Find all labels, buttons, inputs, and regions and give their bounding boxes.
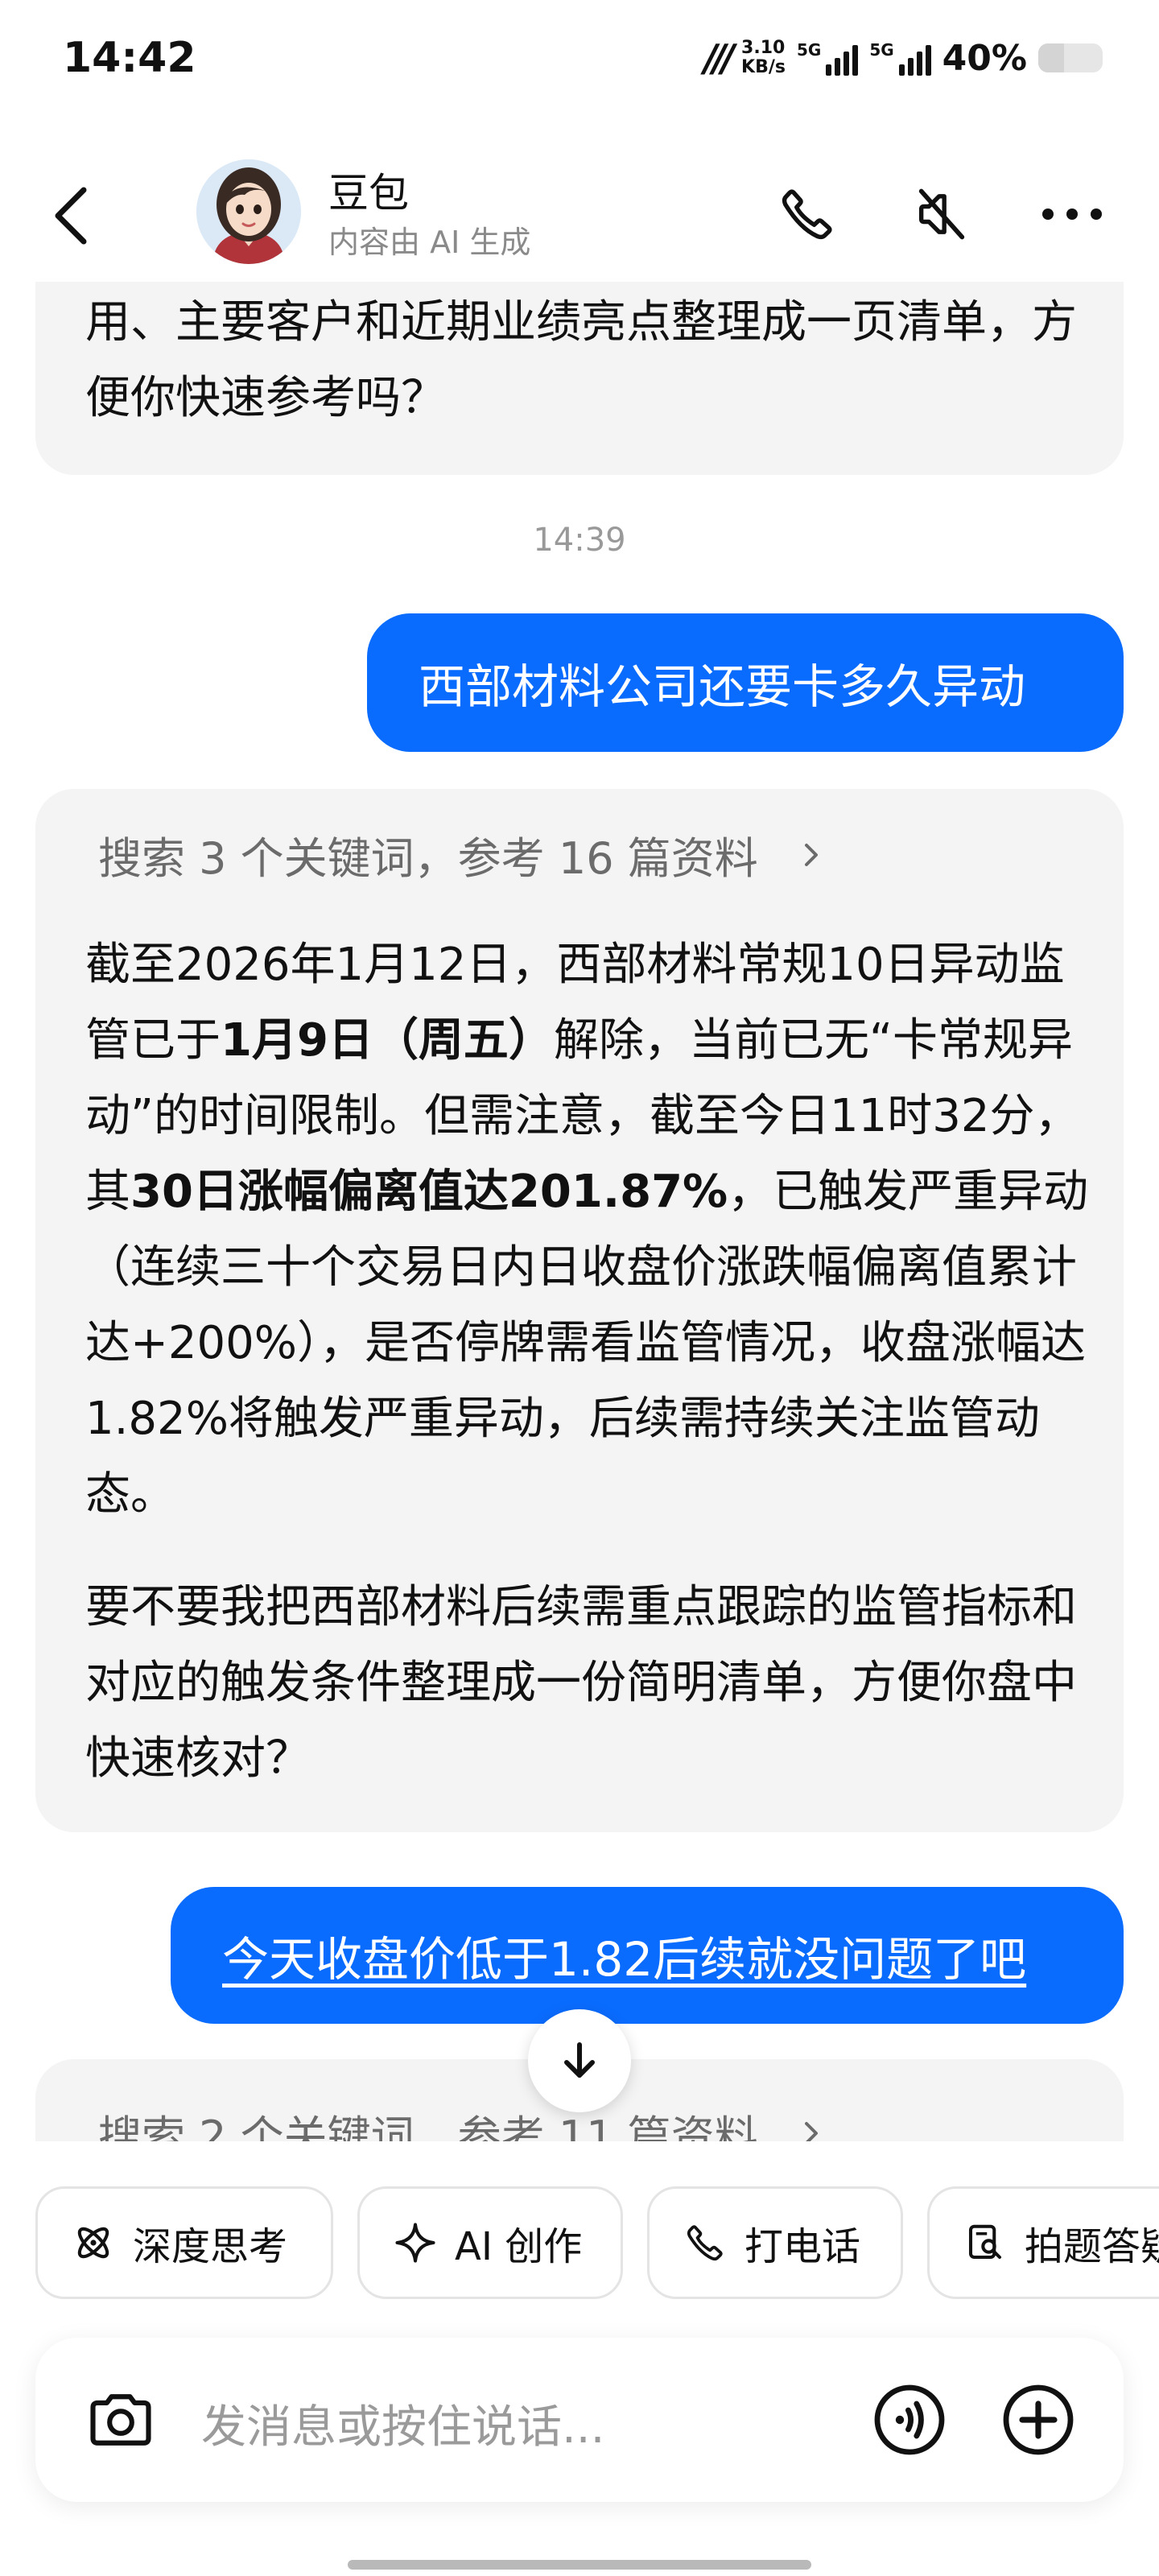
more-menu-button[interactable] (1033, 175, 1111, 253)
chip-phone-call[interactable]: 打电话 (647, 2186, 903, 2299)
avatar-portrait-icon (196, 159, 301, 264)
user-message[interactable]: 今天收盘价低于1.82后续就没问题了吧 (171, 1887, 1124, 2024)
chevron-right-icon (804, 843, 818, 866)
message-input-bar: 发消息或按住说话... (35, 2338, 1124, 2502)
chat-messages[interactable]: 用、主要客户和近期业绩亮点整理成一页清单，方便你快速参考吗？ 14:39 西部材… (0, 282, 1159, 2141)
answer-highlight-deviation: 30日涨幅偏离值达201.87% (130, 1166, 728, 1218)
chevron-left-icon (55, 187, 87, 245)
status-bar: 14:42 /// 3.10 KB/s 5G 5G 40% (0, 0, 1159, 121)
signal-1-icon: 5G (796, 40, 859, 76)
speaker-muted-icon (918, 188, 965, 240)
plus-circle-icon (1003, 2384, 1074, 2455)
home-indicator[interactable] (348, 2560, 811, 2570)
avatar[interactable] (196, 159, 301, 264)
atom-icon (77, 2227, 109, 2259)
phone-icon (782, 189, 832, 240)
mute-button[interactable] (903, 175, 980, 253)
battery-fill (1038, 43, 1064, 72)
status-indicators: /// 3.10 KB/s 5G 5G 40% (704, 32, 1103, 84)
network-speed: 3.10 KB/s (741, 39, 786, 77)
voice-wave-icon (874, 2384, 945, 2455)
chip-deep-thinking[interactable]: 深度思考 (35, 2186, 333, 2299)
quick-action-bar: 深度思考 AI 创作 打电话 拍题答疑 (0, 2186, 1159, 2299)
ai-message-text: 用、主要客户和近期业绩亮点整理成一页清单，方便你快速参考吗？ (85, 296, 1077, 424)
ai-generated-note: 内容由 AI 生成 (328, 225, 531, 260)
photo-question-icon (968, 2224, 1002, 2260)
chip-label: 拍题答疑 (1025, 2224, 1159, 2269)
chip-label: 打电话 (744, 2224, 861, 2269)
search-sources-label: 搜索 3 个关键词，参考 16 篇资料 (98, 833, 758, 884)
answer-highlight-date: 1月9日（周五） (221, 1014, 554, 1067)
chip-ai-create[interactable]: AI 创作 (357, 2186, 623, 2299)
battery-percent: 40% (942, 37, 1027, 79)
camera-button[interactable] (80, 2380, 161, 2460)
network-activity-icon: /// (703, 36, 735, 80)
scroll-to-bottom-button[interactable] (528, 2009, 631, 2112)
search-sources-row[interactable]: 搜索 3 个关键词，参考 16 篇资料 (98, 823, 827, 886)
signal-2-label: 5G (869, 40, 894, 60)
answer-text: ，已触发严重异动（连续三十个交易日内日收盘价涨跌幅偏离值累计达+200%），是否… (85, 1166, 1089, 1521)
signal-1-label: 5G (796, 40, 822, 60)
call-button[interactable] (769, 175, 846, 253)
sparkle-icon (395, 2223, 435, 2263)
ai-answer-paragraph-2: 要不要我把西部材料后续需重点跟踪的监管指标和对应的触发条件整理成一份简明清单，方… (85, 1581, 1077, 1785)
bot-name: 豆包 (328, 170, 409, 217)
voice-call-button[interactable] (869, 2380, 950, 2460)
arrow-down-icon (564, 2042, 595, 2078)
search-sources-label: 搜索 2 个关键词，参考 11 篇资料 (98, 2112, 758, 2141)
status-time: 14:42 (63, 34, 196, 82)
back-button[interactable] (48, 184, 97, 248)
chevron-right-icon (804, 2121, 818, 2141)
more-dots-icon (1042, 208, 1102, 220)
user-message[interactable]: 西部材料公司还要卡多久异动 (367, 613, 1124, 752)
chip-photo-question[interactable]: 拍题答疑 (927, 2186, 1159, 2299)
message-timestamp: 14:39 (533, 522, 626, 559)
search-sources-row[interactable]: 搜索 2 个关键词，参考 11 篇资料 (98, 2101, 827, 2141)
ai-message-prev: 用、主要客户和近期业绩亮点整理成一页清单，方便你快速参考吗？ (35, 282, 1124, 475)
chip-label: 深度思考 (133, 2224, 288, 2269)
network-speed-unit: KB/s (741, 57, 786, 77)
signal-2-icon: 5G (869, 40, 931, 76)
ai-message: 搜索 3 个关键词，参考 16 篇资料 截至2026年1月12日，西部材料常规1… (35, 789, 1124, 1832)
chip-label: AI 创作 (455, 2224, 583, 2269)
chat-header: 豆包 内容由 AI 生成 (0, 137, 1159, 282)
network-speed-value: 3.10 (741, 38, 786, 58)
ai-answer-paragraph-1: 截至2026年1月12日，西部材料常规10日异动监管已于1月9日（周五）解除，当… (85, 927, 1101, 1533)
camera-icon (90, 2394, 151, 2446)
phone-icon (687, 2225, 723, 2261)
add-attachment-button[interactable] (998, 2380, 1079, 2460)
message-input[interactable]: 发消息或按住说话... (201, 2391, 604, 2456)
battery-icon (1038, 43, 1103, 72)
